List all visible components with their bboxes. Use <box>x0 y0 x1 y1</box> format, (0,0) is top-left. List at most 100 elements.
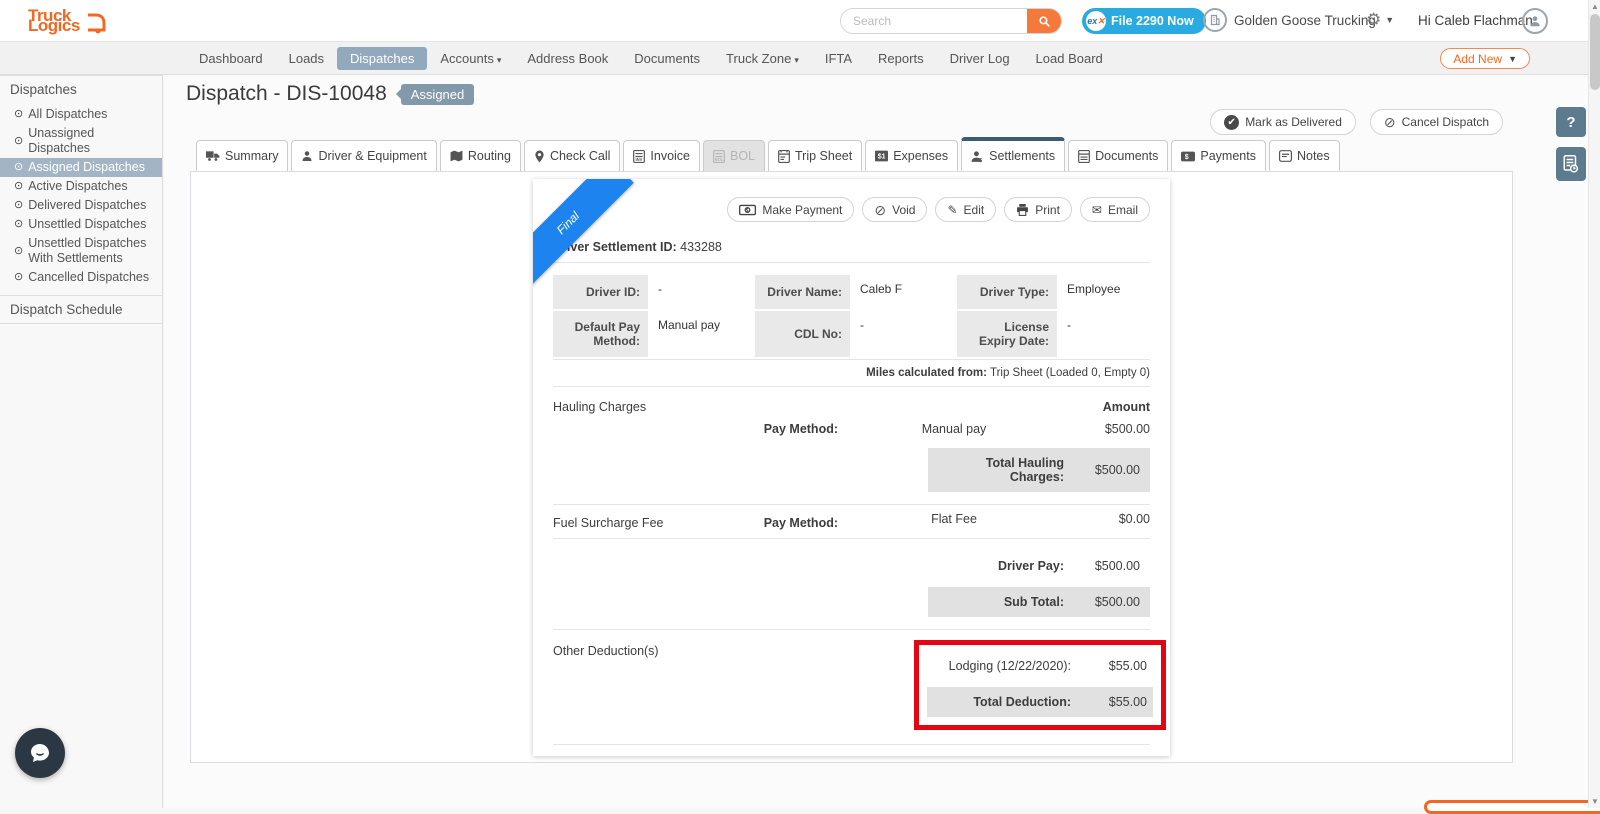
global-search <box>840 8 1062 34</box>
gear-icon: ⚙ <box>1366 10 1381 30</box>
document-clock-icon <box>1563 155 1579 173</box>
user-greeting: Hi Caleb Flachman <box>1418 13 1533 28</box>
sidebar-item-cancelled-dispatches[interactable]: ⊙Cancelled Dispatches <box>0 268 162 287</box>
search-button[interactable] <box>1027 9 1061 33</box>
total-hauling-amount: $500.00 <box>1078 463 1140 477</box>
void-button[interactable]: ⊘ Void <box>862 197 927 222</box>
chat-button[interactable] <box>15 728 65 778</box>
tab-trip-sheet[interactable]: Trip Sheet <box>768 140 862 171</box>
add-new-button[interactable]: Add New▼ <box>1440 48 1530 69</box>
nav-item-accounts[interactable]: Accounts▾ <box>427 47 514 70</box>
license-expiry-label: License Expiry Date: <box>957 311 1057 357</box>
activity-log-button[interactable] <box>1556 147 1586 181</box>
nav-item-documents[interactable]: Documents <box>621 47 713 70</box>
nav-item-loads[interactable]: Loads <box>276 47 337 70</box>
tab-expenses[interactable]: $1 Expenses <box>865 140 958 171</box>
check-circle-icon: ✔ <box>1224 115 1239 130</box>
building-icon <box>1203 8 1227 32</box>
sub-total-amount: $500.00 <box>1078 595 1140 609</box>
other-deductions-section: Other Deduction(s) Lodging (12/22/2020):… <box>553 640 1150 730</box>
nav-item-address-book[interactable]: Address Book <box>514 47 621 70</box>
final-ribbon: Final <box>533 179 634 289</box>
chevron-down-icon: ▼ <box>1385 15 1394 25</box>
default-pay-method-label: Default Pay Method: <box>553 311 648 357</box>
main-content: Dispatch - DIS-10048 Assigned ✔ Mark as … <box>164 75 1588 808</box>
sidebar-items: ⊙All Dispatches ⊙Unassigned Dispatches ⊙… <box>0 103 162 295</box>
tab-settlements[interactable]: $ Settlements <box>961 137 1065 171</box>
pencil-icon: ✎ <box>947 203 957 217</box>
nav-item-load-board[interactable]: Load Board <box>1023 47 1116 70</box>
driver-name-value: Caleb F <box>852 275 955 309</box>
chevron-down-icon: ▾ <box>794 55 799 65</box>
settlements-icon: $ <box>971 150 984 163</box>
lodging-label: Lodging (12/22/2020): <box>933 659 1085 673</box>
make-payment-button[interactable]: $ Make Payment <box>727 197 854 222</box>
sidebar-item-dispatch-schedule[interactable]: Dispatch Schedule <box>0 295 162 324</box>
trucklogics-logo[interactable]: Truck Logics <box>28 9 106 32</box>
scroll-up-arrow[interactable]: ▲ <box>1589 2 1600 11</box>
target-icon: ⊙ <box>14 198 23 213</box>
sidebar-item-active-dispatches[interactable]: ⊙Active Dispatches <box>0 177 162 196</box>
tab-documents[interactable]: Documents <box>1068 140 1168 171</box>
help-button[interactable]: ? <box>1556 107 1586 137</box>
nav-item-ifta[interactable]: IFTA <box>812 47 865 70</box>
nav-item-dashboard[interactable]: Dashboard <box>186 47 276 70</box>
tab-driver-equipment[interactable]: Driver & Equipment <box>291 140 436 171</box>
edit-button[interactable]: ✎ Edit <box>935 197 996 222</box>
miles-value: Trip Sheet (Loaded 0, Empty 0) <box>990 367 1150 379</box>
sidebar-item-assigned-dispatches[interactable]: ⊙Assigned Dispatches <box>0 158 162 177</box>
tab-notes[interactable]: Notes <box>1269 140 1340 171</box>
mark-as-delivered-button[interactable]: ✔ Mark as Delivered <box>1210 109 1356 135</box>
search-input[interactable] <box>841 9 1027 33</box>
scrollbar-thumb[interactable] <box>1590 14 1600 90</box>
license-expiry-value: - <box>1059 311 1159 357</box>
sub-total-row: Sub Total: $500.00 <box>928 587 1150 617</box>
sidebar-item-unsettled-with-settlements[interactable]: ⊙Unsettled Dispatches With Settlements <box>0 234 162 268</box>
tab-check-call[interactable]: Check Call <box>524 140 620 171</box>
scroll-down-arrow[interactable]: ▼ <box>1589 797 1600 806</box>
driver-pay-row: Driver Pay: $500.00 <box>928 551 1150 581</box>
total-deduction-row: Total Deduction: $55.00 <box>927 687 1153 717</box>
fuel-surcharge-title: Fuel Surcharge Fee <box>553 516 723 530</box>
tab-summary[interactable]: Summary <box>196 140 288 171</box>
sidebar-item-unassigned-dispatches[interactable]: ⊙Unassigned Dispatches <box>0 124 162 158</box>
nav-item-driver-log[interactable]: Driver Log <box>937 47 1023 70</box>
nav-items: Dashboard Loads Dispatches Accounts▾ Add… <box>186 47 1116 70</box>
driver-type-value: Employee <box>1059 275 1159 309</box>
settings-menu[interactable]: ⚙ ▼ <box>1366 10 1394 30</box>
user-avatar-icon[interactable] <box>1522 8 1548 34</box>
target-icon: ⊙ <box>14 107 23 122</box>
truck-icon <box>206 150 220 162</box>
driver-pay-label: Driver Pay: <box>938 559 1078 573</box>
settlement-id-value: 433288 <box>680 240 722 254</box>
email-button[interactable]: ✉ Email <box>1080 197 1150 222</box>
tab-bol: BOL BOL <box>703 140 765 171</box>
nav-item-dispatches[interactable]: Dispatches <box>337 47 427 70</box>
print-button[interactable]: Print <box>1004 197 1072 222</box>
sidebar-item-delivered-dispatches[interactable]: ⊙Delivered Dispatches <box>0 196 162 215</box>
trip-sheet-icon <box>778 150 790 163</box>
total-hauling-charges-row: Total Hauling Charges: $500.00 <box>928 448 1150 492</box>
tab-routing[interactable]: Routing <box>440 140 521 171</box>
banknote-icon: $ <box>739 204 756 216</box>
express-ex-icon: ex✕ <box>1086 11 1106 31</box>
truck-cab-icon <box>86 11 106 35</box>
target-icon: ⊙ <box>14 179 23 194</box>
hauling-pay-row: Pay Method: Manual pay $500.00 <box>553 422 1150 436</box>
tab-payments[interactable]: $ Payments <box>1171 140 1266 171</box>
cancel-dispatch-button[interactable]: ⊘ Cancel Dispatch <box>1370 109 1503 135</box>
file-2290-button[interactable]: ex✕ File 2290 Now <box>1082 8 1206 34</box>
nav-item-truck-zone[interactable]: Truck Zone▾ <box>713 47 812 70</box>
driver-pay-amount: $500.00 <box>1078 559 1140 573</box>
vertical-scrollbar[interactable]: ▲ ▼ <box>1588 0 1600 808</box>
fuel-pay-method-label: Pay Method: <box>723 516 838 530</box>
nav-item-reports[interactable]: Reports <box>865 47 937 70</box>
sidebar-item-unsettled-dispatches[interactable]: ⊙Unsettled Dispatches <box>0 215 162 234</box>
sidebar-item-all-dispatches[interactable]: ⊙All Dispatches <box>0 105 162 124</box>
search-icon <box>1038 15 1051 28</box>
cdl-no-label: CDL No: <box>755 311 850 357</box>
company-menu[interactable]: Golden Goose Trucking <box>1203 8 1376 32</box>
hauling-pay-method-label: Pay Method: <box>723 422 838 436</box>
driver-id-value: - <box>650 275 753 309</box>
tab-invoice[interactable]: INV Invoice <box>623 140 700 171</box>
